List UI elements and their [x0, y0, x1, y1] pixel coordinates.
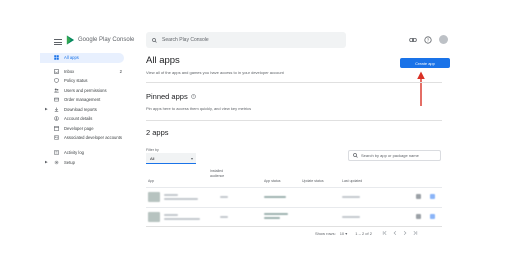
search-placeholder: Search Play Console	[162, 37, 209, 43]
apps-count-heading: 2 apps	[146, 128, 169, 137]
sidebar-item-label: Account details	[64, 116, 93, 122]
play-console-window: Google Play Console Search Play Console …	[40, 27, 452, 245]
sidebar-item-order-management[interactable]: Order management	[40, 95, 130, 105]
sidebar-item-developer-page[interactable]: Developer page	[40, 124, 130, 134]
row-action-icon[interactable]	[416, 214, 421, 219]
search-icon	[353, 153, 358, 158]
sidebar: All apps Inbox 2 Policy status Users and…	[40, 53, 130, 167]
sidebar-item-all-apps[interactable]: All apps	[40, 53, 124, 63]
users-icon	[54, 88, 59, 92]
main-header: All apps View all of the apps and games …	[146, 55, 452, 75]
expand-caret-icon[interactable]: ▶	[45, 160, 48, 164]
help-circle-icon[interactable]: ?	[190, 94, 196, 99]
sidebar-item-label: Users and permissions	[64, 87, 107, 93]
filter-label: Filter by	[146, 148, 159, 152]
rows-per-page-label: Show rows:	[315, 230, 336, 236]
sidebar-item-label: Activity log	[64, 150, 85, 156]
pinned-apps-title: Pinned apps	[146, 92, 188, 101]
column-header-app[interactable]: App	[148, 179, 154, 184]
create-app-button[interactable]: Create app	[400, 58, 450, 68]
pagination-range: 1 – 2 of 2	[355, 230, 372, 236]
filter-select[interactable]: All ▾	[146, 153, 196, 164]
svg-text:?: ?	[192, 95, 194, 99]
logo-text: Google Play Console	[78, 37, 135, 43]
web-page-icon	[54, 125, 59, 131]
last-page-icon[interactable]	[412, 230, 418, 236]
sidebar-item-associated-accounts[interactable]: Associated developer accounts	[40, 133, 130, 148]
shield-icon	[54, 78, 59, 83]
search-input[interactable]: Search Play Console	[146, 32, 346, 48]
sidebar-item-label: Setup	[64, 159, 75, 165]
divider	[146, 226, 442, 227]
sidebar-item-label: Associated developer accounts	[64, 135, 122, 141]
prev-page-icon[interactable]	[392, 230, 398, 236]
dropdown-caret-icon: ▾	[190, 156, 193, 161]
app-icon	[148, 212, 160, 222]
menu-icon[interactable]	[54, 39, 62, 45]
download-icon	[54, 107, 59, 112]
inbox-count-badge: 2	[119, 68, 122, 74]
sidebar-item-users-permissions[interactable]: Users and permissions	[40, 86, 130, 96]
row-open-icon[interactable]	[430, 214, 435, 219]
linked-accounts-icon	[54, 135, 59, 140]
card-icon	[54, 97, 59, 102]
sidebar-item-download-reports[interactable]: ▶ Download reports	[40, 105, 130, 115]
avatar[interactable]	[439, 35, 448, 44]
pinned-apps-description: Pin apps here to access them quickly, an…	[146, 106, 252, 111]
annotation-arrow	[417, 71, 425, 106]
apps-grid-icon	[54, 55, 59, 60]
first-page-icon[interactable]	[382, 230, 388, 236]
sidebar-item-account-details[interactable]: Account details	[40, 114, 130, 124]
account-circle-icon	[54, 116, 59, 121]
link-icon[interactable]	[409, 36, 417, 44]
expand-caret-icon[interactable]: ▶	[45, 107, 48, 111]
pinned-apps-heading: Pinned apps ?	[146, 92, 196, 101]
divider	[146, 82, 442, 83]
table-row[interactable]	[146, 207, 442, 225]
sidebar-item-label: All apps	[64, 55, 79, 61]
row-action-icon[interactable]	[416, 194, 421, 199]
search-icon	[152, 37, 157, 43]
apps-count-title: 2 apps	[146, 128, 169, 137]
sidebar-item-label: Download reports	[64, 106, 97, 112]
table-row[interactable]	[146, 187, 442, 205]
row-open-icon[interactable]	[430, 194, 435, 199]
app-icon	[148, 192, 160, 202]
sidebar-item-activity-log[interactable]: Activity log	[40, 148, 130, 158]
sidebar-item-inbox[interactable]: Inbox 2	[40, 67, 130, 77]
app-search-input[interactable]: Search by app or package name	[348, 150, 441, 161]
column-header-update-status[interactable]: Update status	[302, 179, 324, 184]
sidebar-item-label: Inbox	[64, 68, 75, 74]
inbox-icon	[54, 68, 59, 74]
svg-text:?: ?	[427, 37, 430, 42]
gear-icon	[54, 160, 59, 164]
divider	[146, 120, 442, 121]
filter-value: All	[150, 155, 155, 161]
logo: Google Play Console	[66, 35, 134, 45]
sidebar-item-policy-status[interactable]: Policy status	[40, 76, 130, 86]
column-header-app-status[interactable]: App status	[264, 179, 281, 184]
help-icon[interactable]: ?	[424, 35, 432, 44]
activity-log-icon	[54, 150, 59, 155]
column-header-installs[interactable]: Installed audience	[210, 169, 232, 178]
sidebar-item-label: Policy status	[64, 78, 88, 84]
column-header-last-updated[interactable]: Last updated	[342, 179, 362, 184]
page-subtitle: View all of the apps and games you have …	[146, 70, 284, 75]
app-search-placeholder: Search by app or package name	[361, 153, 419, 158]
sidebar-item-label: Developer page	[64, 125, 94, 131]
rows-per-page-select[interactable]: 10 ▾	[340, 231, 348, 236]
pagination: Show rows: 10 ▾ 1 – 2 of 2	[315, 230, 418, 236]
play-logo-icon	[66, 35, 75, 45]
sidebar-item-setup[interactable]: ▶ Setup	[40, 158, 130, 168]
next-page-icon[interactable]	[402, 230, 408, 236]
sidebar-item-label: Order management	[64, 97, 101, 103]
